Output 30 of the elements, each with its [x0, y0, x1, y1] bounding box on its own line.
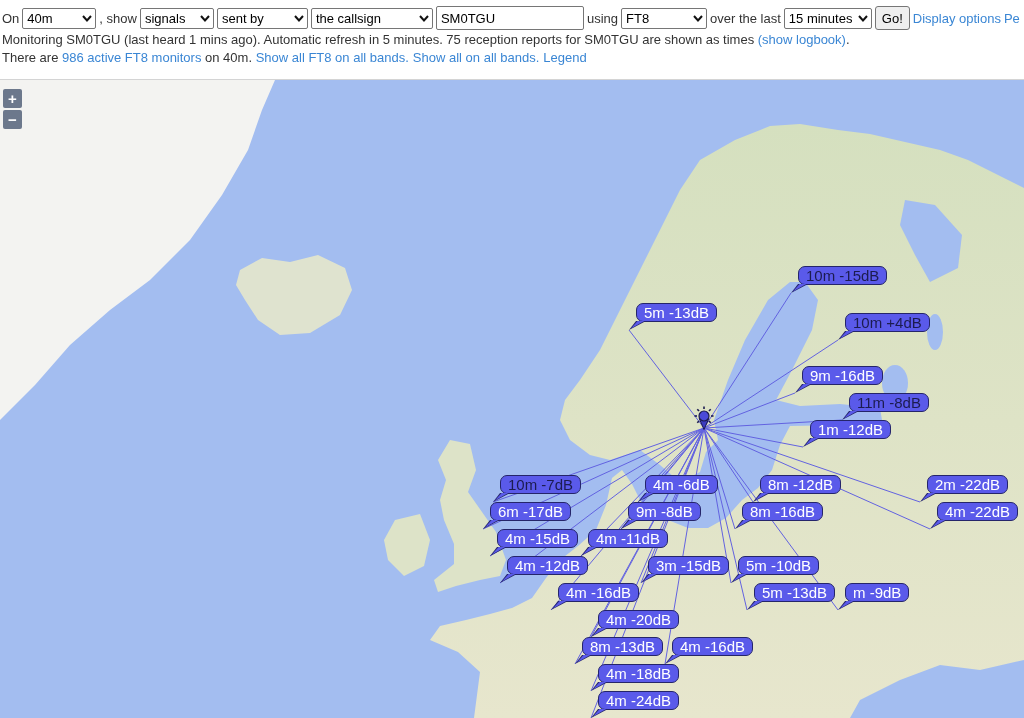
- text-link[interactable]: Show all FT8 on all bands.: [255, 50, 409, 65]
- chevron-down-icon: [418, 14, 429, 22]
- text-link[interactable]: (show logbook): [757, 32, 846, 47]
- form-label: over the last: [710, 10, 781, 26]
- dropdown-select[interactable]: 40m: [22, 7, 97, 29]
- form-label: On: [2, 10, 20, 26]
- zoom-in-button[interactable]: +: [3, 89, 22, 108]
- text-link[interactable]: Legend: [543, 50, 587, 65]
- chevron-down-icon: [857, 14, 868, 22]
- form-label: using: [586, 10, 618, 26]
- text-link[interactable]: 986 active FT8 monitors: [62, 50, 202, 65]
- dropdown-select[interactable]: signals: [139, 7, 214, 29]
- status-text: Monitoring SM0TGU (last heard 1 mins ago). Automatic refresh in 5 minutes. 75 reception reports for SM0TGU are shown as times (show logbook).: [2, 31, 851, 48]
- submit-button[interactable]: Go!: [874, 6, 910, 30]
- dropdown-select[interactable]: FT8: [621, 7, 707, 29]
- zoom-out-button[interactable]: −: [3, 110, 22, 129]
- text-link[interactable]: Display options: [912, 10, 1001, 26]
- form-label: , show: [99, 10, 137, 26]
- dropdown-select[interactable]: sent by: [216, 7, 308, 29]
- dropdown-select[interactable]: 15 minutes: [783, 7, 872, 29]
- chevron-down-icon: [82, 14, 93, 22]
- text-input[interactable]: SM0TGU: [435, 6, 584, 30]
- text-link[interactable]: Pe: [1003, 10, 1020, 26]
- beacon-icon: [694, 406, 714, 430]
- chevron-down-icon: [693, 14, 703, 22]
- chevron-down-icon: [199, 14, 210, 22]
- chevron-down-icon: [293, 14, 304, 22]
- dropdown-select[interactable]: the callsign: [310, 7, 433, 29]
- text-link[interactable]: Show all on all bands.: [412, 50, 540, 65]
- status-text: There are 986 active FT8 monitors on 40m. Show all FT8 on all bands. Show all on all bands. Legend: [2, 49, 588, 66]
